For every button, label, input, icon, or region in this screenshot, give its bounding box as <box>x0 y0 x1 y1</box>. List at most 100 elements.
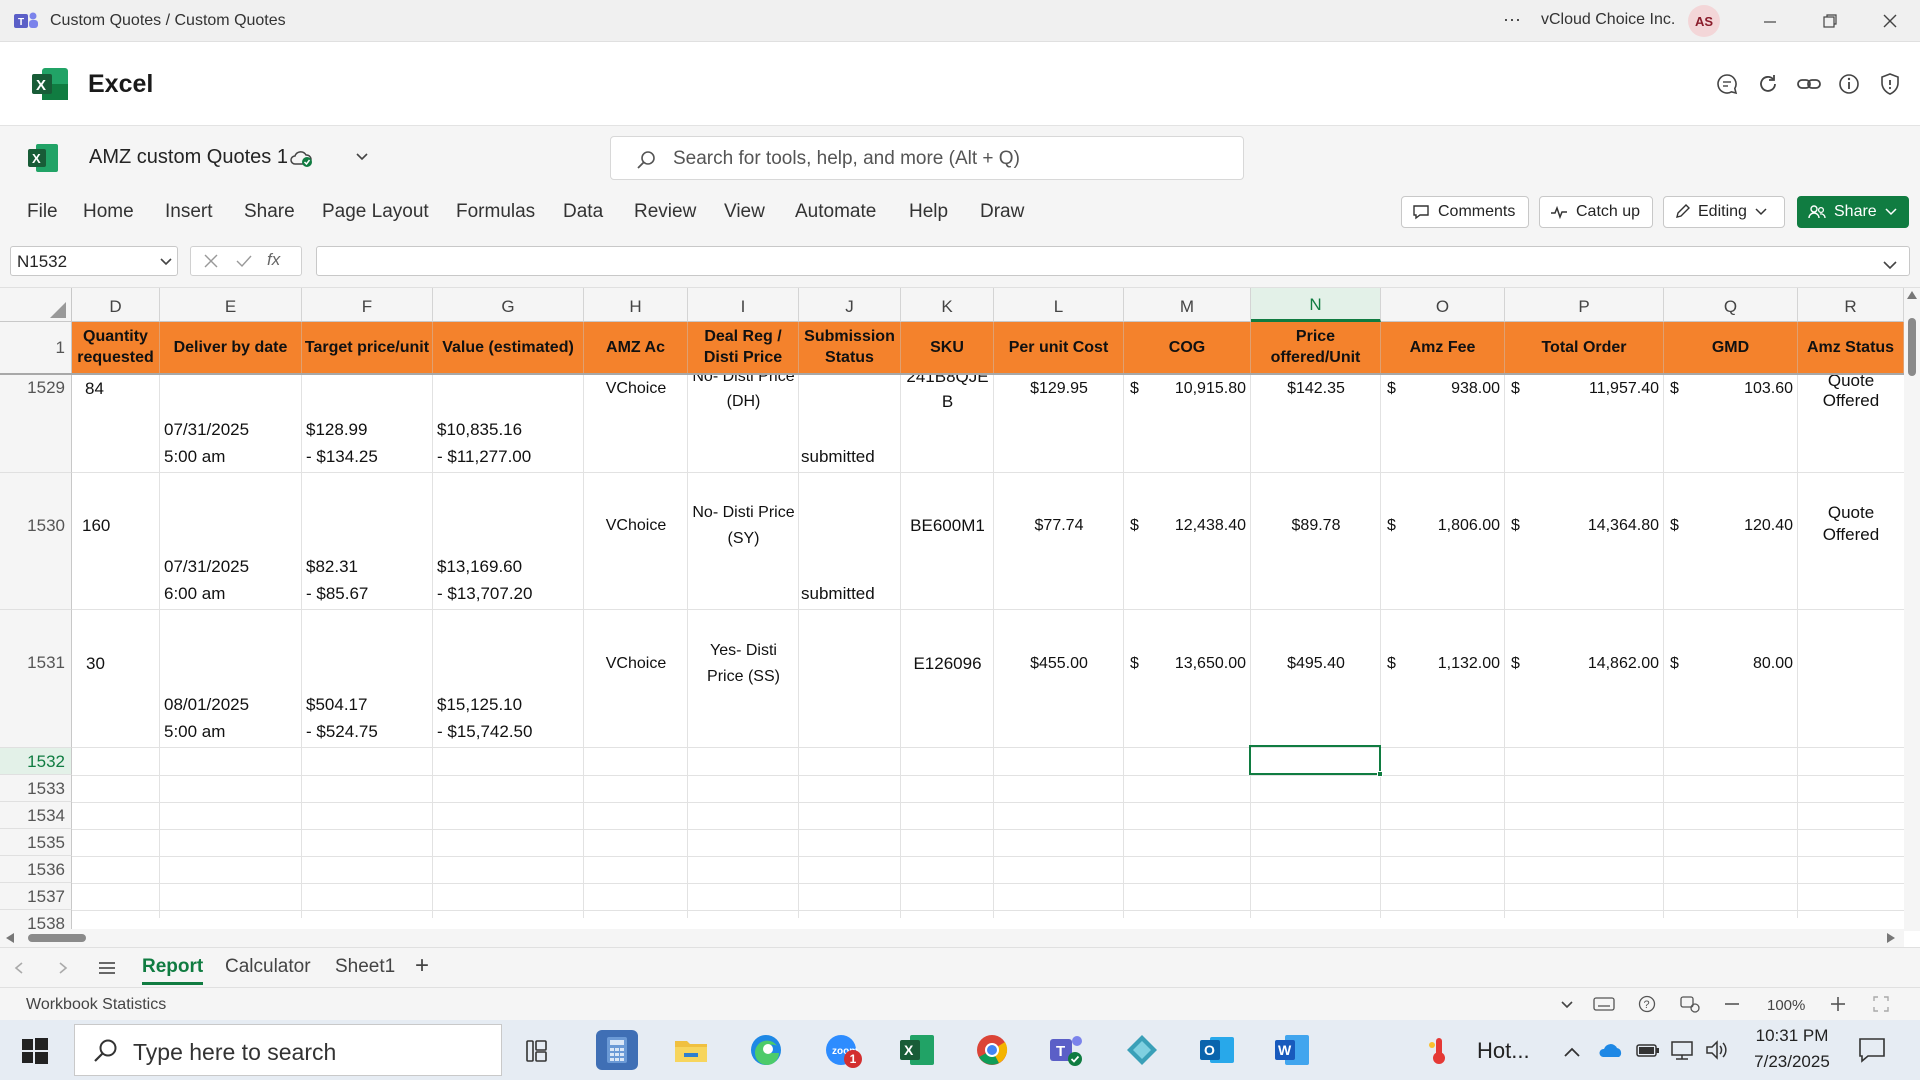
sheet-tab-report[interactable]: Report <box>142 956 204 985</box>
column-header-j[interactable]: J <box>799 288 901 322</box>
close-icon[interactable] <box>1882 13 1898 29</box>
help-icon[interactable]: ? <box>1638 995 1656 1013</box>
next-sheet-icon[interactable] <box>58 961 68 975</box>
teams-taskbar-icon[interactable]: T <box>1046 1030 1088 1070</box>
previous-sheet-icon[interactable] <box>14 961 24 975</box>
taskbar-search[interactable]: Type here to search <box>74 1024 502 1076</box>
windows-start-icon[interactable] <box>22 1038 48 1064</box>
edge-browser-icon[interactable] <box>745 1030 787 1070</box>
vertical-scrollbar[interactable] <box>1904 288 1920 931</box>
column-header-p[interactable]: P <box>1505 288 1664 322</box>
menu-help[interactable]: Help <box>909 201 948 223</box>
header-total-order[interactable]: Total Order <box>1505 322 1664 374</box>
more-options-button[interactable]: ··· <box>1503 9 1521 30</box>
horizontal-scroll-thumb[interactable] <box>28 934 86 942</box>
row-header-1530[interactable]: 1530 <box>0 473 72 610</box>
excel-taskbar-icon[interactable]: X <box>896 1030 938 1070</box>
notifications-icon[interactable] <box>1858 1037 1886 1063</box>
row-header-1536[interactable]: 1536 <box>0 856 72 883</box>
task-view-icon[interactable] <box>526 1038 554 1064</box>
name-box[interactable]: N1532 <box>10 246 178 276</box>
column-header-k[interactable]: K <box>901 288 994 322</box>
editing-mode-button[interactable]: Editing <box>1663 196 1785 228</box>
column-header-g[interactable]: G <box>433 288 584 322</box>
fullscreen-icon[interactable] <box>1873 996 1889 1012</box>
refresh-icon[interactable] <box>1756 72 1780 96</box>
active-cell-n1532[interactable] <box>1249 745 1381 775</box>
sheet-tab-sheet1[interactable]: Sheet1 <box>335 956 395 978</box>
app-diamond-icon[interactable] <box>1121 1030 1163 1070</box>
menu-share[interactable]: Share <box>244 201 295 223</box>
horizontal-scrollbar[interactable] <box>0 929 1904 947</box>
spreadsheet-grid[interactable]: D E F G H I J K L M N O P Q R 1 Quantity… <box>0 288 1920 931</box>
row-header-1534[interactable]: 1534 <box>0 802 72 829</box>
row-header-1535[interactable]: 1535 <box>0 829 72 856</box>
calculator-app-icon[interactable] <box>596 1030 638 1070</box>
chevron-down-icon[interactable] <box>355 152 369 162</box>
onedrive-icon[interactable] <box>1598 1042 1624 1058</box>
comments-button[interactable]: Comments <box>1401 196 1529 228</box>
chevron-down-icon[interactable] <box>1560 1000 1574 1010</box>
outlook-icon[interactable]: O <box>1196 1030 1238 1070</box>
formula-input[interactable] <box>316 246 1910 276</box>
info-icon[interactable] <box>1837 72 1861 96</box>
header-quantity-requested[interactable]: Quantity requested <box>72 322 160 374</box>
column-header-h[interactable]: H <box>584 288 688 322</box>
menu-draw[interactable]: Draw <box>980 201 1024 223</box>
clock-date[interactable]: 7/23/2025 <box>1747 1052 1837 1072</box>
clock-time[interactable]: 10:31 PM <box>1747 1026 1837 1046</box>
header-deliver-by-date[interactable]: Deliver by date <box>160 322 302 374</box>
column-header-l[interactable]: L <box>994 288 1124 322</box>
weather-icon[interactable] <box>1428 1036 1450 1066</box>
header-target-price[interactable]: Target price/unit <box>302 322 433 374</box>
row-header-1531[interactable]: 1531 <box>0 610 72 748</box>
column-header-f[interactable]: F <box>302 288 433 322</box>
sheet-tab-calculator[interactable]: Calculator <box>225 956 311 978</box>
search-box[interactable]: Search for tools, help, and more (Alt + … <box>610 136 1244 180</box>
column-header-q[interactable]: Q <box>1664 288 1798 322</box>
add-sheet-button[interactable]: + <box>415 952 429 980</box>
expand-formula-icon[interactable] <box>1882 260 1898 270</box>
zoom-app-icon[interactable]: zoom 1 <box>820 1030 862 1070</box>
file-explorer-icon[interactable] <box>670 1030 712 1070</box>
row-header-1533[interactable]: 1533 <box>0 775 72 802</box>
row-header-1537[interactable]: 1537 <box>0 883 72 910</box>
word-icon[interactable]: W <box>1271 1030 1313 1070</box>
column-header-n[interactable]: N <box>1251 288 1381 322</box>
row-header-1529[interactable]: 1529 <box>0 375 72 473</box>
all-sheets-menu-icon[interactable] <box>98 960 116 976</box>
header-amz-account[interactable]: AMZ Ac <box>584 322 688 374</box>
column-header-o[interactable]: O <box>1381 288 1505 322</box>
menu-file[interactable]: File <box>27 201 58 223</box>
chrome-browser-icon[interactable] <box>971 1030 1013 1070</box>
battery-icon[interactable] <box>1636 1041 1660 1059</box>
catch-up-button[interactable]: Catch up <box>1539 196 1653 228</box>
column-header-i[interactable]: I <box>688 288 799 322</box>
vertical-scroll-thumb[interactable] <box>1908 318 1916 376</box>
header-gmd[interactable]: GMD <box>1664 322 1798 374</box>
restore-icon[interactable] <box>1822 13 1838 29</box>
header-sku[interactable]: SKU <box>901 322 994 374</box>
share-button[interactable]: Share <box>1797 196 1909 228</box>
column-header-m[interactable]: M <box>1124 288 1251 322</box>
menu-home[interactable]: Home <box>83 201 134 223</box>
weather-text[interactable]: Hot... <box>1477 1038 1530 1064</box>
header-deal-reg[interactable]: Deal Reg / Disti Price <box>688 322 799 374</box>
chevron-up-icon[interactable] <box>1563 1046 1581 1058</box>
header-cog[interactable]: COG <box>1124 322 1251 374</box>
cancel-icon[interactable] <box>203 253 219 269</box>
fill-handle[interactable] <box>1377 771 1383 777</box>
menu-formulas[interactable]: Formulas <box>456 201 535 223</box>
column-header-r[interactable]: R <box>1798 288 1904 322</box>
row-header-1532[interactable]: 1532 <box>0 748 72 775</box>
file-name[interactable]: AMZ custom Quotes 1 <box>89 146 288 169</box>
insert-function-icon[interactable]: fx <box>267 250 280 270</box>
minimize-icon[interactable] <box>1762 14 1778 30</box>
header-submission-status[interactable]: Submission Status <box>799 322 901 374</box>
chat-icon[interactable] <box>1715 72 1739 96</box>
zoom-level[interactable]: 100% <box>1767 997 1805 1014</box>
zoom-out-icon[interactable] <box>1724 1002 1740 1006</box>
header-value-estimated[interactable]: Value (estimated) <box>433 322 584 374</box>
menu-page-layout[interactable]: Page Layout <box>322 201 429 223</box>
menu-data[interactable]: Data <box>563 201 603 223</box>
